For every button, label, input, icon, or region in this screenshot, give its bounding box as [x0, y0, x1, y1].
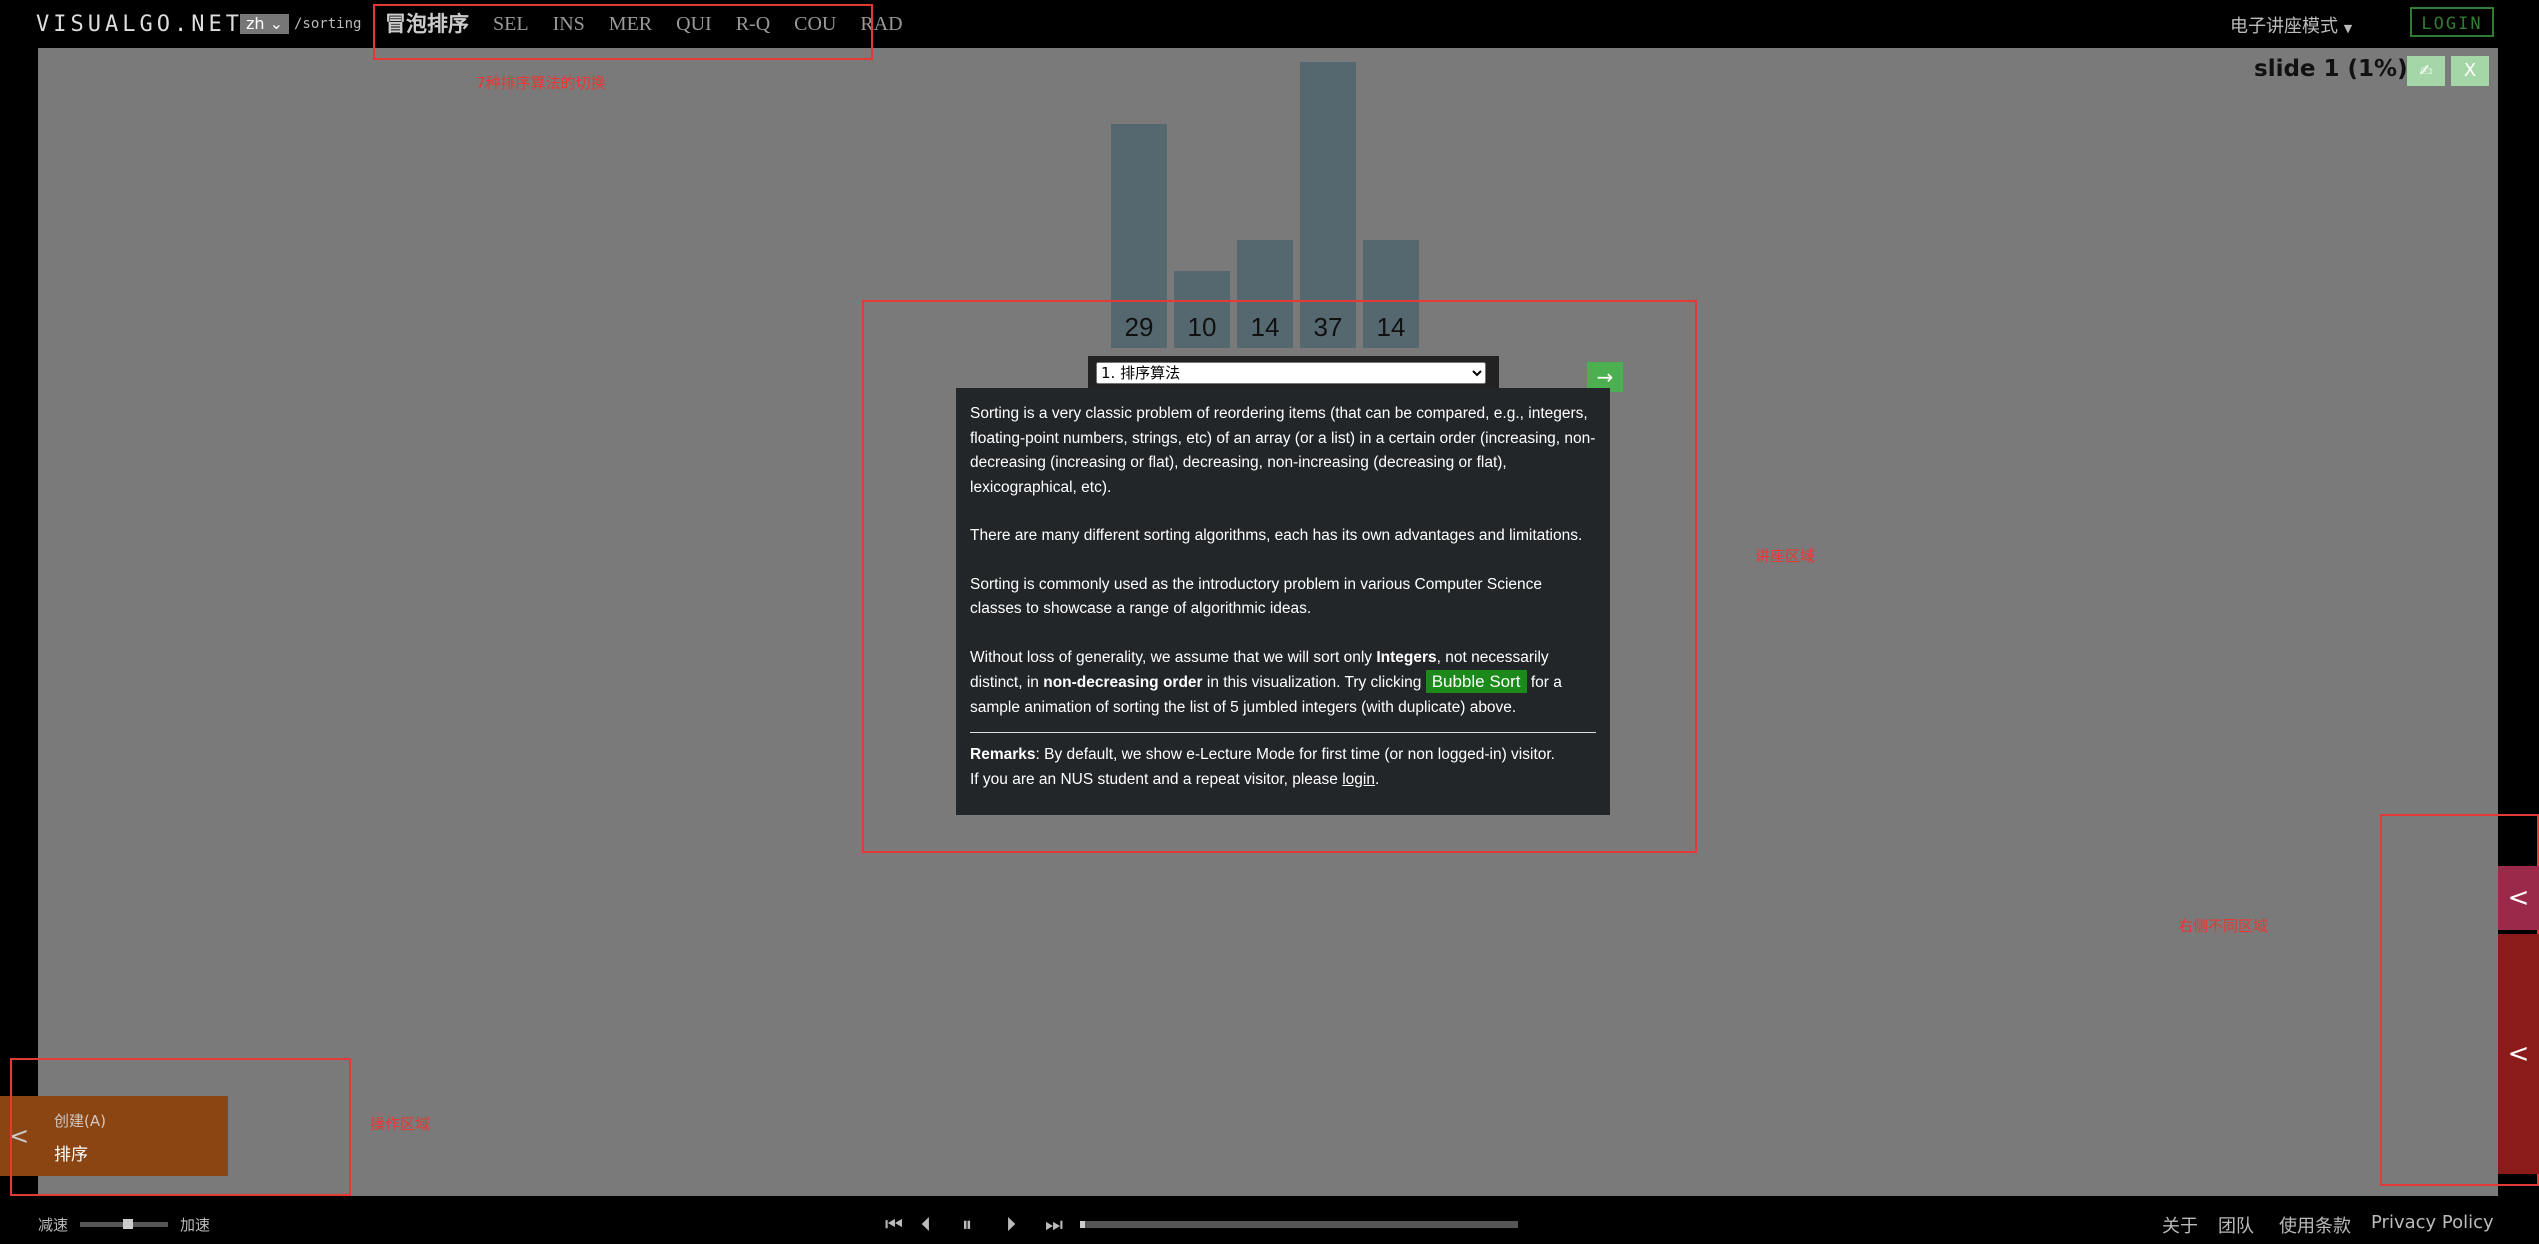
chevron-left-icon: <	[2507, 883, 2530, 913]
go-to-end-icon[interactable]: ⏭	[1045, 1212, 1063, 1236]
slide-indicator: slide 1 (1%)	[2254, 56, 2408, 82]
footer-link-privacy[interactable]: Privacy Policy	[2371, 1212, 2494, 1233]
language-value: zh	[246, 14, 265, 33]
close-lecture-button[interactable]: X	[2451, 56, 2489, 86]
go-to-start-icon[interactable]: ⏮	[885, 1212, 903, 1236]
annotation-label-tabs: 7种排序算法的切换	[476, 74, 606, 92]
annotation-box-lecture	[862, 300, 1697, 853]
lecture-mode-dropdown[interactable]: 电子讲座模式 ▼	[2230, 12, 2352, 38]
bottom-bar	[0, 1196, 2539, 1244]
chevron-left-icon: <	[2507, 1039, 2530, 1069]
language-select[interactable]: zh ⌄	[240, 14, 290, 34]
speed-up-label: 加速	[180, 1216, 211, 1234]
visualgo-logo[interactable]: VISUALGO.NET	[36, 12, 243, 37]
pause-icon[interactable]: ⏸	[962, 1212, 972, 1236]
speed-down-label: 减速	[38, 1216, 69, 1234]
annotation-box-tabs	[373, 4, 873, 60]
codetrace-panel-toggle[interactable]: <	[2498, 934, 2539, 1174]
annotation-label-lecture: 讲座区域	[1755, 547, 1816, 565]
progress-bar[interactable]	[1080, 1221, 1518, 1228]
annotation-label-action: 操作区域	[370, 1115, 431, 1133]
page-path: /sorting	[294, 16, 362, 32]
footer-link-team[interactable]: 团队	[2218, 1212, 2254, 1238]
footer-link-about[interactable]: 关于	[2162, 1212, 2198, 1238]
pen-icon[interactable]: ✍	[2407, 56, 2445, 86]
logo-text: VISUALGO.NET	[36, 12, 243, 37]
caret-down-icon: ▼	[2343, 22, 2353, 35]
progress-fill	[1080, 1221, 1085, 1228]
speed-slider-handle[interactable]	[123, 1219, 133, 1229]
annotation-label-right: 右侧不同区域	[2178, 917, 2269, 935]
lecture-mode-label: 电子讲座模式	[2230, 16, 2338, 37]
status-panel-toggle[interactable]: <	[2498, 866, 2539, 930]
footer-link-terms[interactable]: 使用条款	[2279, 1212, 2351, 1238]
login-button[interactable]: LOGIN	[2410, 7, 2494, 37]
annotation-box-action	[10, 1058, 351, 1196]
step-backward-icon[interactable]: ⏴	[921, 1212, 931, 1236]
step-forward-icon[interactable]: ⏵	[1006, 1212, 1016, 1236]
